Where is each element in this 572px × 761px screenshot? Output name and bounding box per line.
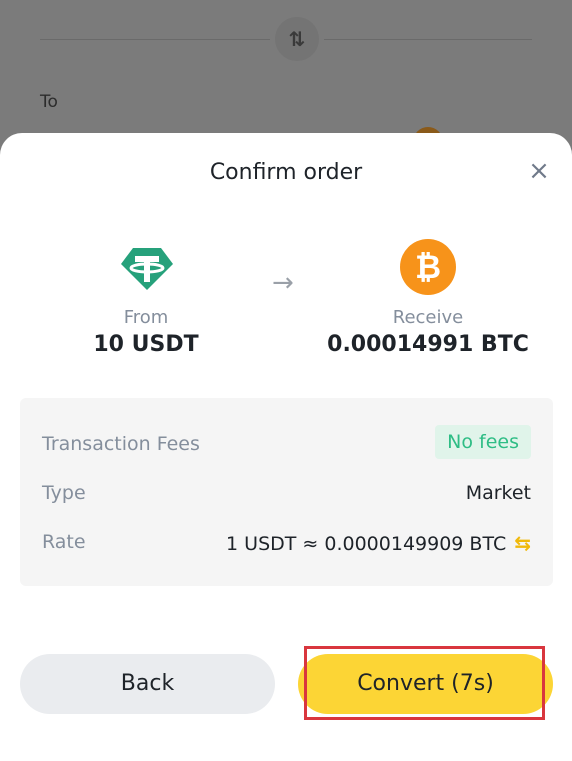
dialog-title: Confirm order [209, 160, 363, 185]
divider-line [40, 39, 270, 40]
rate-label: Rate [42, 531, 86, 553]
from-label: From [123, 307, 169, 328]
swap-direction-icon: ⇅ [275, 17, 319, 61]
order-details-panel: Transaction Fees No fees Type Market Rat… [20, 398, 553, 586]
divider-line [324, 39, 532, 40]
from-amount: 10 USDT [93, 332, 199, 357]
btc-icon: ₿ [400, 239, 456, 295]
to-label: To [40, 92, 58, 112]
confirm-order-dialog: Confirm order × → ₿ From 10 USDT Receive… [0, 133, 572, 761]
type-label: Type [42, 482, 86, 504]
swap-icon[interactable]: ⇆ [514, 531, 531, 555]
transaction-fees-label: Transaction Fees [42, 433, 200, 455]
rate-value: 1 USDT ≈ 0.0000149909 BTC [226, 533, 507, 555]
type-value: Market [465, 482, 531, 504]
back-button[interactable]: Back [20, 654, 275, 714]
receive-amount: 0.00014991 BTC [327, 332, 529, 357]
receive-label: Receive [392, 307, 464, 328]
arrow-right-icon: → [272, 268, 294, 298]
no-fees-badge: No fees [435, 425, 531, 459]
close-icon[interactable]: × [526, 158, 552, 184]
convert-button[interactable]: Convert (7s) [298, 654, 553, 714]
rate-row: 1 USDT ≈ 0.0000149909 BTC ⇆ [226, 531, 531, 555]
usdt-icon [119, 240, 175, 296]
